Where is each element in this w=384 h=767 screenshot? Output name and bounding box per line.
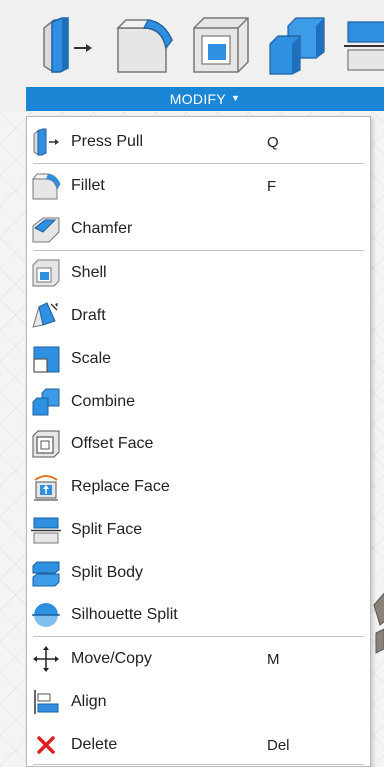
menu-item-combine[interactable]: Combine <box>27 383 370 421</box>
menu-separator <box>33 636 364 637</box>
toolbar-combine-button[interactable] <box>266 14 326 76</box>
modify-dropdown-menu: Press Pull Q Fillet F Chamfer Shell Draf… <box>26 116 371 767</box>
fillet-icon <box>116 19 173 73</box>
menu-item-offset-face[interactable]: Offset Face <box>27 425 370 463</box>
menu-item-align[interactable]: Align <box>27 683 370 721</box>
silhouette-split-icon <box>31 600 61 630</box>
menu-item-label: Chamfer <box>71 220 133 237</box>
modify-menu-label: MODIFY <box>169 91 227 107</box>
menu-item-label: Offset Face <box>71 435 154 452</box>
menu-item-press-pull[interactable]: Press Pull Q <box>27 123 370 161</box>
draft-icon <box>31 301 61 331</box>
move-copy-icon <box>31 644 61 674</box>
toolbar <box>0 0 384 88</box>
menu-item-shortcut: Del <box>267 736 290 754</box>
shell-icon <box>193 17 249 73</box>
delete-icon <box>31 730 61 760</box>
menu-item-shortcut: F <box>267 177 277 195</box>
menu-item-label: Draft <box>71 307 106 324</box>
scale-icon <box>31 344 61 374</box>
menu-item-split-face[interactable]: Split Face <box>27 511 370 549</box>
menu-item-label: Align <box>71 693 107 710</box>
menu-item-move-copy[interactable]: Move/Copy M <box>27 640 370 678</box>
toolbar-shell-button[interactable] <box>190 14 250 76</box>
combine-icon <box>31 387 61 417</box>
menu-item-label: Combine <box>71 393 136 410</box>
combine-icon <box>269 17 325 75</box>
shell-icon <box>31 258 61 288</box>
toolbar-left-strip <box>0 87 26 111</box>
press-pull-icon <box>31 127 61 157</box>
align-icon <box>31 687 61 717</box>
chamfer-icon <box>31 214 61 244</box>
toolbar-split-face-button[interactable] <box>344 14 384 76</box>
menu-item-fillet[interactable]: Fillet F <box>27 167 370 205</box>
menu-item-scale[interactable]: Scale <box>27 340 370 378</box>
fillet-icon <box>31 171 61 201</box>
menu-item-delete[interactable]: Delete Del <box>27 726 370 764</box>
offset-face-icon <box>31 429 61 459</box>
menu-item-draft[interactable]: Draft <box>27 297 370 335</box>
menu-item-silhouette-split[interactable]: Silhouette Split <box>27 596 370 634</box>
menu-item-label: Replace Face <box>71 478 170 495</box>
menu-item-label: Scale <box>71 350 112 367</box>
menu-item-chamfer[interactable]: Chamfer <box>27 210 370 248</box>
menu-item-label: Split Face <box>71 521 143 538</box>
menu-item-shortcut: M <box>267 650 280 668</box>
menu-item-label: Split Body <box>71 564 144 581</box>
menu-item-split-body[interactable]: Split Body <box>27 554 370 592</box>
menu-item-label: Press Pull <box>71 133 144 150</box>
menu-separator <box>33 163 364 164</box>
menu-item-shell[interactable]: Shell <box>27 254 370 292</box>
press-pull-icon <box>43 17 92 73</box>
modify-menu-button[interactable]: MODIFY ▼ <box>26 87 384 111</box>
menu-item-label: Shell <box>71 264 107 281</box>
menu-item-replace-face[interactable]: Replace Face <box>27 468 370 506</box>
menu-separator <box>33 250 364 251</box>
menu-item-label: Silhouette Split <box>71 606 178 623</box>
menu-item-label: Move/Copy <box>71 650 152 667</box>
toolbar-fillet-button[interactable] <box>114 14 174 76</box>
split-face-icon <box>31 515 61 545</box>
split-face-icon <box>344 21 384 71</box>
menu-item-shortcut: Q <box>267 133 279 151</box>
model-geometry[interactable] <box>372 585 384 655</box>
menu-separator <box>33 764 364 765</box>
replace-face-icon <box>31 472 61 502</box>
menu-item-label: Delete <box>71 736 118 753</box>
split-body-icon <box>31 558 61 588</box>
menu-item-label: Fillet <box>71 177 105 194</box>
caret-down-icon: ▼ <box>231 93 241 103</box>
toolbar-press-pull-button[interactable] <box>38 14 98 76</box>
